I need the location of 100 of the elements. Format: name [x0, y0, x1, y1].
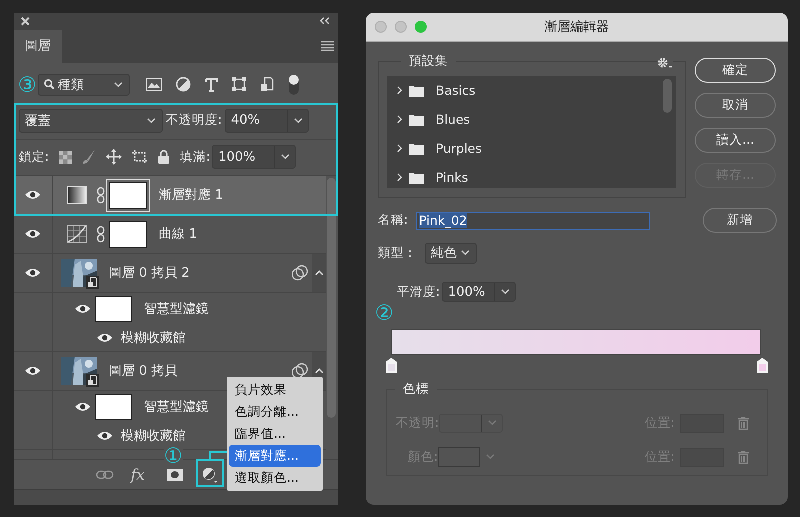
- name-label: 名稱:: [378, 212, 408, 229]
- collapse-icon[interactable]: [319, 17, 330, 26]
- checker-icon[interactable]: [59, 150, 72, 164]
- group-title: 色標: [395, 381, 437, 398]
- annotation-number: ③: [18, 74, 37, 96]
- close-icon[interactable]: [21, 16, 30, 26]
- expand-toggle[interactable]: [312, 254, 326, 292]
- smoothness-label: 平滑度:: [397, 284, 440, 300]
- layer-name: 智慧型濾鏡: [144, 301, 209, 318]
- eye-icon[interactable]: [25, 366, 41, 376]
- toggle-switch[interactable]: [288, 74, 300, 96]
- menu-icon[interactable]: [321, 41, 334, 52]
- fill-field[interactable]: 100%: [212, 145, 296, 170]
- folder-name[interactable]: Basics: [436, 83, 476, 98]
- transform-icon[interactable]: [232, 77, 247, 92]
- eye-icon[interactable]: [25, 268, 41, 278]
- layer-name: 曲線 1: [159, 226, 198, 244]
- eye-icon[interactable]: [97, 333, 113, 344]
- layer-row[interactable]: 曲線 1: [14, 215, 326, 254]
- type-label: 類型：: [378, 244, 417, 262]
- lock-icon[interactable]: [158, 150, 170, 164]
- gradient-bar[interactable]: [391, 329, 761, 355]
- scrollbar[interactable]: [663, 79, 672, 113]
- curves-icon: [67, 225, 87, 244]
- caret-icon: [294, 118, 303, 124]
- layers-tab[interactable]: 圖層: [14, 30, 62, 63]
- smart-filter-icon: [292, 265, 308, 282]
- folder-icon: [409, 114, 424, 126]
- eye-icon[interactable]: [25, 229, 41, 240]
- resize-bar[interactable]: [14, 489, 338, 505]
- folder-name[interactable]: Blues: [436, 112, 470, 127]
- highlight-frame: [196, 459, 224, 487]
- type-dropdown[interactable]: 純色: [425, 242, 477, 264]
- caret-icon: [488, 420, 497, 426]
- type-icon[interactable]: [204, 78, 218, 92]
- crop-icon[interactable]: [132, 150, 148, 164]
- mask-thumbnail: [109, 220, 147, 248]
- new-button[interactable]: 新增: [703, 208, 777, 233]
- opacity-field[interactable]: 40%: [225, 108, 310, 133]
- smart-object-icon: [86, 276, 99, 290]
- folder-icon: [409, 172, 424, 184]
- caret-icon: [114, 82, 123, 88]
- adjustment-icon[interactable]: [201, 466, 219, 483]
- eye-icon[interactable]: [75, 304, 91, 314]
- layer-row[interactable]: 漸層對應 1: [14, 176, 326, 216]
- annotation-number: ②: [375, 301, 394, 325]
- filter-mask-thumbnail: [95, 394, 132, 420]
- window-title: 漸層編輯器: [544, 19, 610, 36]
- link-icon[interactable]: [97, 226, 105, 243]
- menu-item[interactable]: 選取顏色...: [229, 467, 321, 489]
- opacity-label: 不透明度:: [166, 112, 222, 130]
- name-field[interactable]: Pink_02: [416, 212, 650, 230]
- mask-icon[interactable]: [166, 468, 184, 481]
- dialog-button[interactable]: 確定: [695, 58, 776, 83]
- caret-icon: [280, 154, 290, 160]
- chevron-icon[interactable]: [397, 144, 403, 153]
- smoothness-field[interactable]: 100%: [442, 282, 516, 302]
- color-stop[interactable]: [386, 358, 397, 373]
- chevron-icon[interactable]: [397, 115, 403, 124]
- link-icon[interactable]: [96, 470, 114, 480]
- settings-icon[interactable]: [657, 57, 673, 69]
- smart-object-icon: [86, 374, 99, 388]
- caret-icon: [147, 118, 156, 124]
- layer-name: 漸層對應 1: [159, 187, 224, 204]
- caret-icon: [461, 250, 470, 256]
- layer-name: 智慧型濾鏡: [144, 399, 209, 416]
- layer-row[interactable]: 圖層 0 拷貝 2: [14, 254, 326, 294]
- eye-icon[interactable]: [97, 431, 113, 442]
- brush-icon[interactable]: [82, 149, 96, 166]
- filter-dropdown[interactable]: 種類: [38, 74, 130, 96]
- chevron-icon[interactable]: [397, 86, 403, 95]
- scrollbar[interactable]: [327, 178, 336, 418]
- blend-mode-dropdown[interactable]: 覆蓋: [19, 108, 163, 133]
- image-icon[interactable]: [146, 78, 162, 92]
- folder-icon: [409, 84, 424, 96]
- color-stop[interactable]: [757, 358, 768, 373]
- fill-label: 填滿:: [180, 148, 210, 166]
- menu-item[interactable]: 臨界值...: [229, 423, 321, 445]
- chevron-icon[interactable]: [397, 173, 403, 182]
- move-icon[interactable]: [106, 149, 122, 166]
- search-icon: [44, 79, 55, 90]
- layer-name: 模糊收藏館: [121, 330, 186, 348]
- eye-icon[interactable]: [25, 190, 41, 200]
- link-icon[interactable]: [97, 186, 105, 204]
- menu-item[interactable]: 漸層對應...: [229, 445, 321, 467]
- dialog-button[interactable]: 取消: [695, 93, 776, 118]
- menu-item[interactable]: 色調分離...: [229, 401, 321, 423]
- folder-name[interactable]: Pinks: [436, 170, 468, 185]
- folder-icon: [409, 142, 424, 154]
- gradient-icon: [67, 186, 87, 204]
- fx-button[interactable]: fx: [131, 466, 149, 484]
- smart-object-icon[interactable]: [260, 77, 274, 92]
- dialog-button[interactable]: 讀入...: [695, 128, 776, 153]
- half-circle-icon[interactable]: [176, 77, 191, 92]
- eye-icon[interactable]: [75, 402, 91, 412]
- folder-name[interactable]: Purples: [436, 141, 482, 156]
- group-title: 預設集: [401, 53, 456, 70]
- lock-label: 鎖定:: [19, 148, 50, 166]
- mask-thumbnail: [109, 182, 147, 209]
- filter-mask-thumbnail: [95, 296, 132, 322]
